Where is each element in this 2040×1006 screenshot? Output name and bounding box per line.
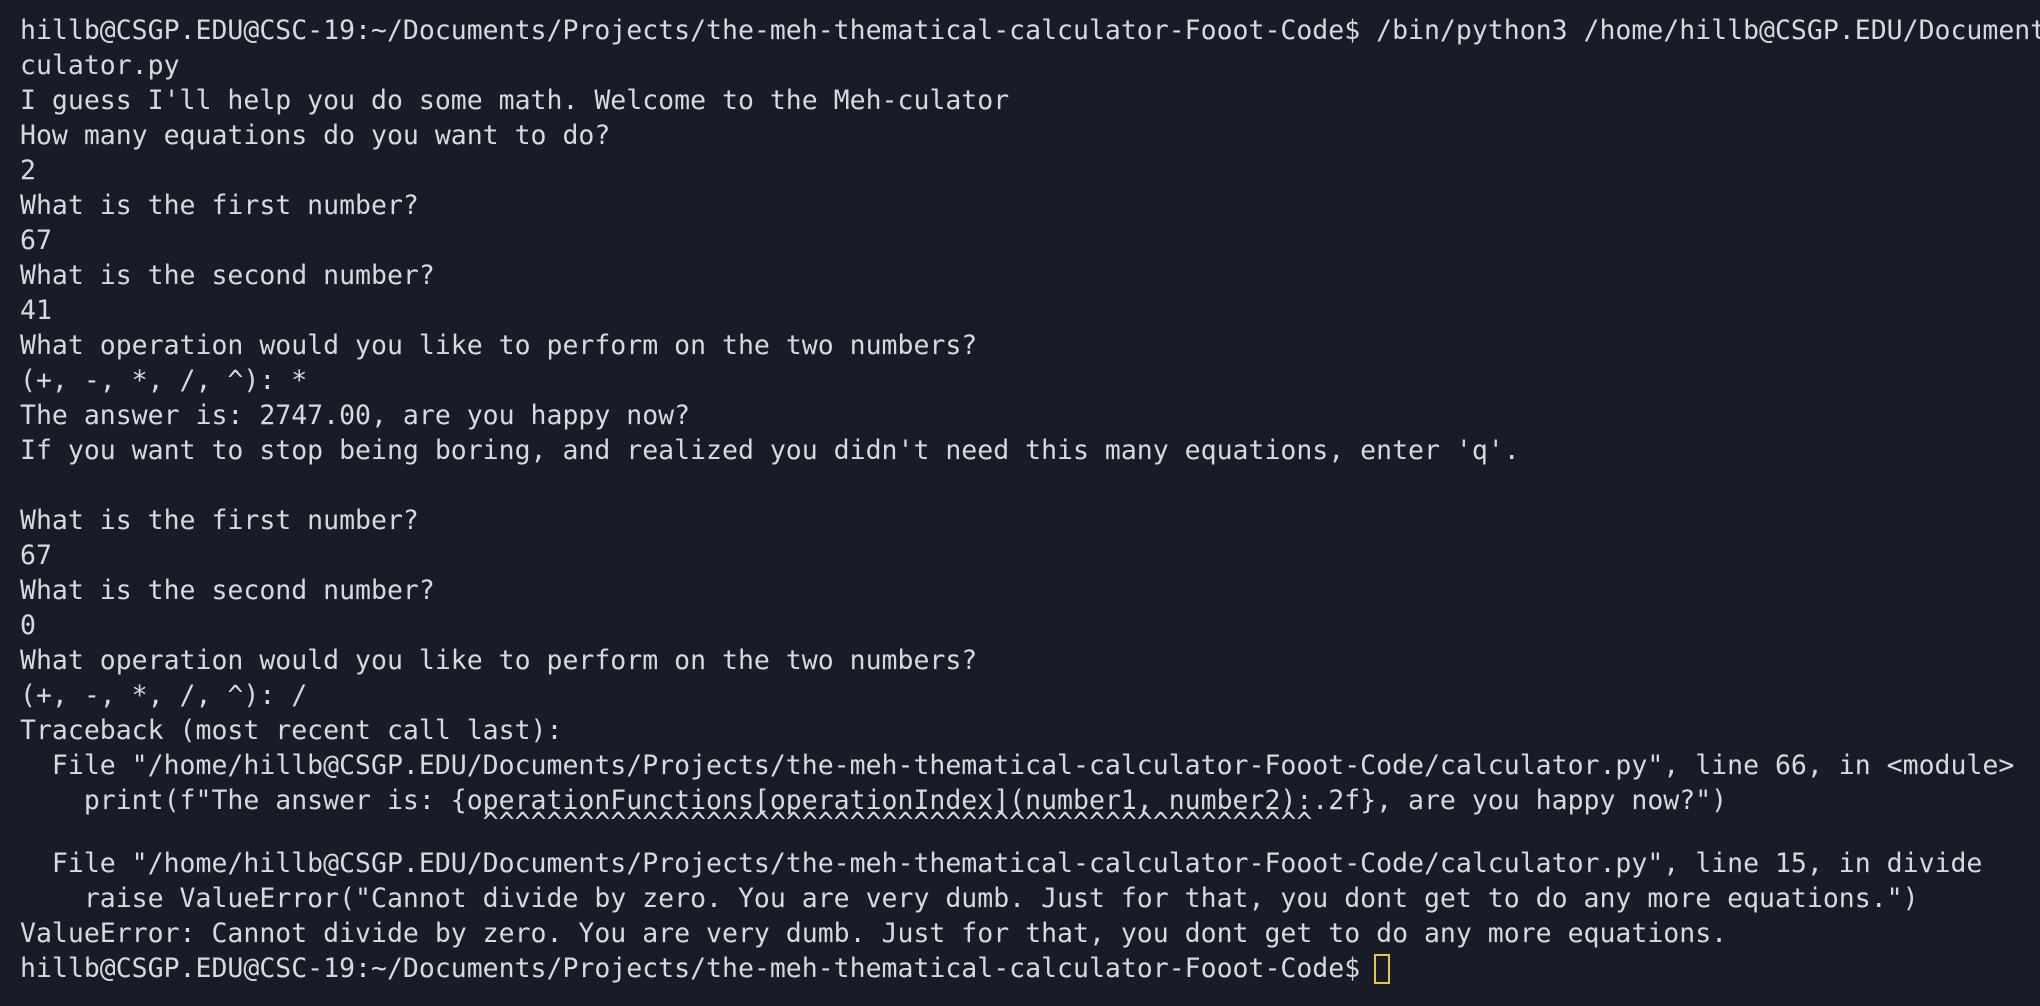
prompt-line[interactable]: hillb@CSGP.EDU@CSC-19:~/Documents/Projec… (20, 951, 2040, 986)
terminal-line: What is the first number? (20, 190, 419, 221)
terminal-line: 41 (20, 295, 52, 326)
terminal-line: If you want to stop being boring, and re… (20, 435, 1520, 466)
terminal-line: The answer is: 2747.00, are you happy no… (20, 400, 691, 431)
terminal-line: (+, -, *, /, ^): / (20, 680, 308, 711)
terminal-line: What is the second number? (20, 260, 435, 291)
error-message-line: ValueError: Cannot divide by zero. You a… (20, 918, 1728, 949)
terminal-line: 67 (20, 225, 52, 256)
terminal-line: How many equations do you want to do? (20, 120, 611, 151)
traceback-file-line: File "/home/hillb@CSGP.EDU/Documents/Pro… (20, 750, 2015, 781)
terminal-line: What is the first number? (20, 505, 419, 536)
text-cursor (1374, 953, 1391, 984)
terminal-line: Traceback (most recent call last): (20, 715, 563, 746)
terminal-output: hillb@CSGP.EDU@CSC-19:~/Documents/Projec… (20, 13, 2040, 986)
shell-prompt: hillb@CSGP.EDU@CSC-19:~/Documents/Projec… (20, 953, 1361, 984)
terminal-line: What operation would you like to perform… (20, 645, 978, 676)
traceback-caret-marker: ^^^^^^^^^^^^^^^^^^^^^^^^^^^^^^^^^^^^^^^^… (20, 810, 1313, 836)
terminal-line: 67 (20, 540, 52, 571)
traceback-code-line: raise ValueError("Cannot divide by zero.… (20, 883, 1919, 914)
terminal-window[interactable]: hillb@CSGP.EDU@CSC-19:~/Documents/Projec… (0, 0, 2040, 1006)
traceback-file-line: File "/home/hillb@CSGP.EDU/Documents/Pro… (20, 848, 1983, 879)
terminal-line: (+, -, *, /, ^): * (20, 365, 308, 396)
terminal-line: What operation would you like to perform… (20, 330, 978, 361)
terminal-line: 0 (20, 610, 36, 641)
terminal-line: culator.py (20, 50, 180, 81)
terminal-line: I guess I'll help you do some math. Welc… (20, 85, 1010, 116)
terminal-line: 2 (20, 155, 36, 186)
terminal-line: hillb@CSGP.EDU@CSC-19:~/Documents/Projec… (20, 15, 2040, 46)
terminal-line: What is the second number? (20, 575, 435, 606)
